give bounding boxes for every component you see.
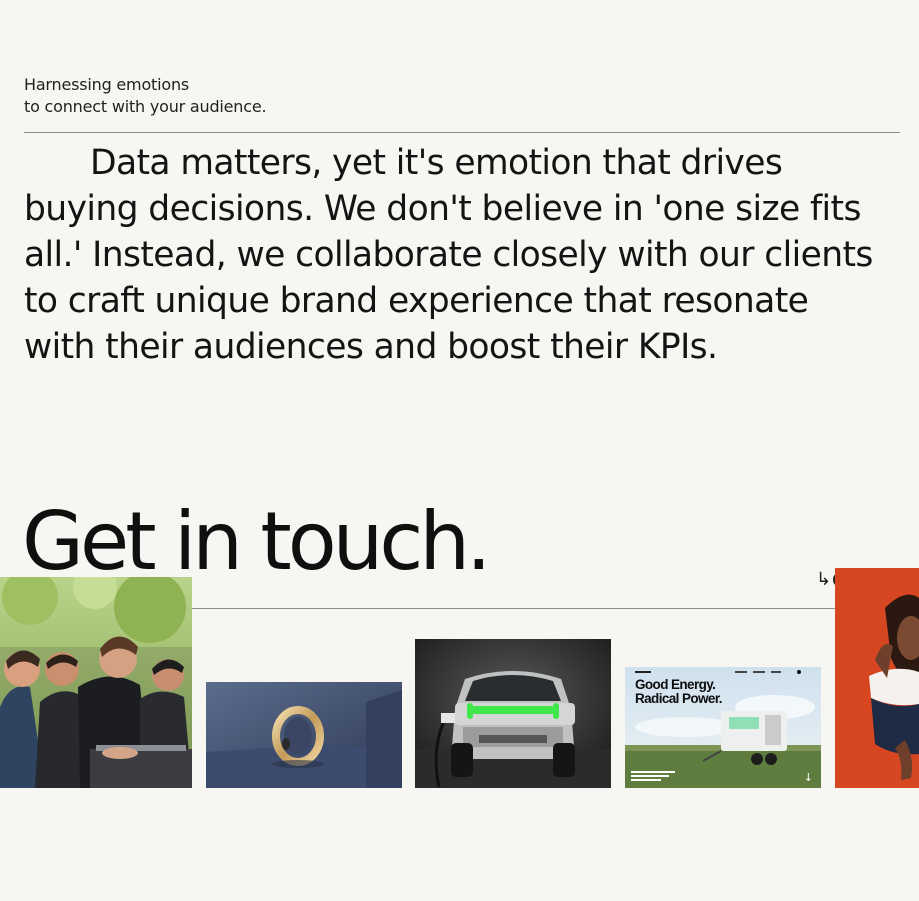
smart-ring-photo[interactable] [206,682,402,788]
contact-divider [192,608,919,609]
preview-nav-bar [635,670,801,674]
section-eyebrow: Harnessing emotions to connect with your… [24,74,267,118]
intro-paragraph: Data matters, yet it's emotion that driv… [24,143,873,367]
get-in-touch-heading[interactable]: Get in touch. [22,494,491,590]
team-collaboration-photo[interactable] [0,577,192,788]
energy-website-preview[interactable]: Good Energy. Radical Power. ↓ [625,667,821,788]
page: Harnessing emotions to connect with your… [0,0,919,901]
preview-headline-line-2: Radical Power. [635,691,723,706]
eyebrow-line-2: to connect with your audience. [24,97,267,116]
corner-arrow-icon: ↳ [816,569,832,590]
top-divider [24,132,900,133]
electric-truck-photo[interactable] [415,639,611,788]
eyebrow-line-1: Harnessing emotions [24,75,190,94]
arrow-down-icon: ↓ [803,771,813,784]
preview-headline-line-1: Good Energy. [635,677,716,692]
preview-headline: Good Energy. Radical Power. [635,677,723,706]
model-portrait-photo[interactable] [835,568,919,788]
